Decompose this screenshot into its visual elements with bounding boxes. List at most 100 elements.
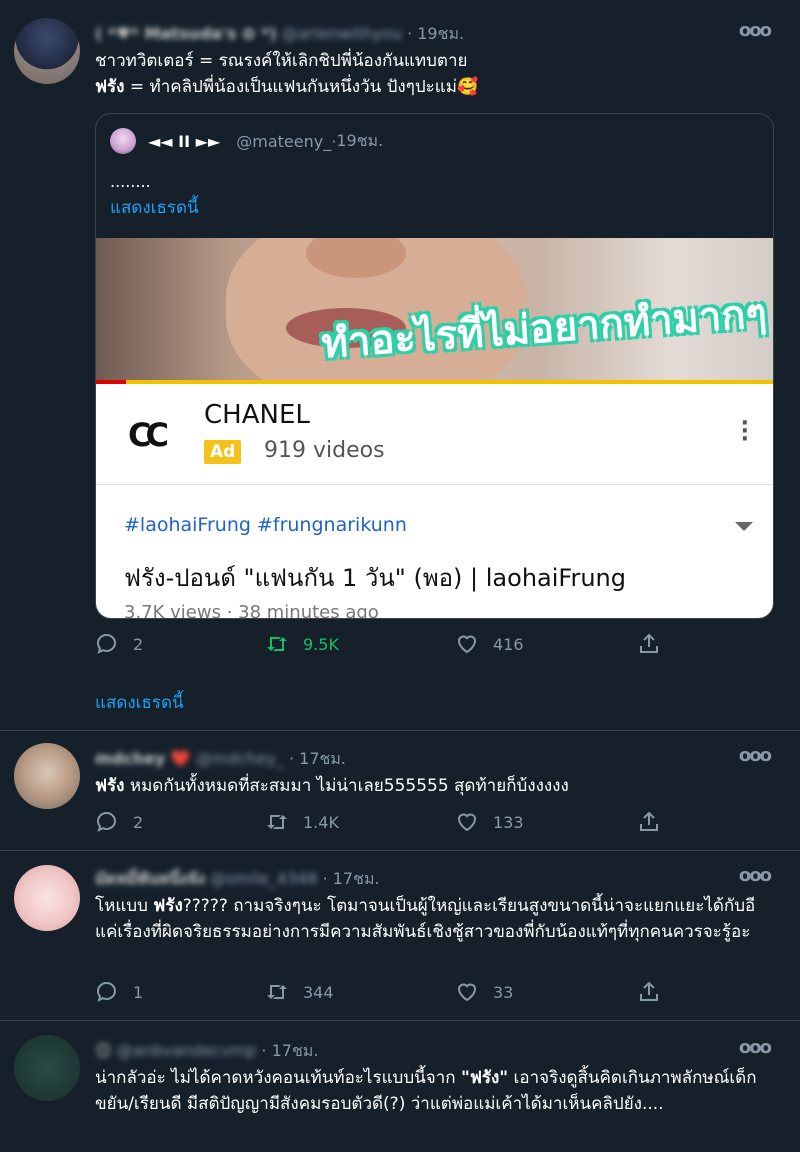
- ad-row: CC CHANEL Ad 919 videos · · ·: [96, 384, 773, 484]
- quoted-handle: @mateeny_: [236, 131, 332, 151]
- share-icon: [640, 811, 658, 831]
- avatar[interactable]: [14, 1035, 80, 1101]
- heart-icon: [457, 635, 477, 654]
- timestamp[interactable]: 17ชม.: [299, 749, 346, 768]
- separator-dot: ·: [288, 749, 300, 768]
- share-button[interactable]: [637, 980, 675, 1004]
- avatar[interactable]: [14, 743, 80, 809]
- share-icon: [640, 981, 658, 1001]
- avatar[interactable]: [14, 18, 80, 84]
- highlight-keyword: ฟรัง: [95, 776, 125, 796]
- retweet-count: 1.4K: [303, 812, 339, 832]
- timestamp[interactable]: 17ชม.: [333, 869, 380, 888]
- video-meta: 3.7K views · 38 minutes ago: [124, 602, 379, 619]
- avatar[interactable]: [14, 865, 80, 931]
- tweet-header: 😊 @anbvandecvmp · 17ชม.: [95, 1039, 318, 1064]
- tweet-text: ชาวทวิตเตอร์ = รณรงค์ให้เลิกชิปพี่น้องกั…: [95, 48, 775, 100]
- tweet-text-start: น่ากลัวอ่ะ ไม่ได้คาดหวังคอนเท้นท์อะไรแบบ…: [95, 1068, 461, 1088]
- quoted-media-screenshot[interactable]: ทำอะไรที่ไม่อยากทำมากๆ CC CHANEL Ad 919 …: [96, 238, 773, 619]
- tweet-text-rest: หมดกันทั้งหมดที่สะสมมา ไม่น่าเลย555555 ส…: [124, 776, 569, 796]
- quoted-header: ◄◄ II ►► @mateeny_ · 19ชม.: [110, 128, 383, 154]
- quoted-avatar[interactable]: [110, 128, 136, 154]
- reply-icon: [96, 811, 117, 832]
- like-button[interactable]: 33: [455, 980, 513, 1004]
- separator-dot: ·: [407, 24, 418, 43]
- retweet-count: 9.5K: [303, 634, 339, 654]
- handle[interactable]: @smile_4348: [210, 869, 317, 888]
- reply-count: 2: [133, 812, 144, 832]
- share-button[interactable]: [637, 632, 675, 656]
- display-name[interactable]: มัดหมี่พันหนึ่งจัง: [95, 869, 205, 888]
- retweet-button[interactable]: 344: [265, 980, 334, 1004]
- highlight-keyword: ฟรัง: [153, 896, 183, 916]
- handle[interactable]: @anbvandecvmp: [117, 1041, 257, 1060]
- tweet-4[interactable]: 😊 @anbvandecvmp · 17ชม. ooo น่ากลัวอ่ะ ไ…: [0, 1021, 800, 1152]
- reply-button[interactable]: 1: [95, 980, 143, 1004]
- display-name[interactable]: 😊: [95, 1041, 112, 1060]
- retweet-count: 344: [303, 982, 334, 1002]
- timestamp[interactable]: 19ชม.: [417, 24, 464, 43]
- video-thumbnail: ทำอะไรที่ไม่อยากทำมากๆ: [96, 238, 773, 384]
- timestamp[interactable]: 17ชม.: [272, 1041, 319, 1060]
- tweet-actions: 2 9.5K 416: [95, 632, 665, 662]
- quoted-timestamp: 19ชม.: [336, 130, 384, 150]
- kebab-menu-icon: · · ·: [740, 411, 749, 452]
- tweet-text: โหแบบ ฟรัง????? ถามจริงๆนะ โตมาจนเป็นผู้…: [95, 893, 775, 945]
- video-hashtags: #laohaiFrung #frungnarikunn: [124, 514, 407, 536]
- separator-dot: ·: [261, 1041, 272, 1060]
- ad-badge: Ad: [204, 440, 242, 464]
- tweet-text-line: ฟรัง = ทำคลิปพี่น้องเป็นแฟนกันหนึ่งวัน ป…: [95, 74, 775, 100]
- ad-channel-name: CHANEL: [204, 400, 310, 430]
- tweet-text-line: ชาวทวิตเตอร์ = รณรงค์ให้เลิกชิปพี่น้องกั…: [95, 51, 468, 71]
- retweet-icon: [267, 637, 287, 651]
- heart-icon: [457, 813, 477, 832]
- display-name[interactable]: mdchey ❤️: [95, 749, 191, 768]
- tweet-header: ( *♥* Matsuda's ✿ *) @arlenwithyou · 19ช…: [95, 22, 464, 47]
- reply-count: 1: [133, 982, 144, 1002]
- retweet-icon: [267, 815, 287, 829]
- separator-dot: ·: [322, 869, 333, 888]
- handle[interactable]: @arlenwithyou: [282, 24, 402, 43]
- share-icon: [640, 633, 658, 653]
- tweet-text: ฟรัง หมดกันทั้งหมดที่สะสมมา ไม่น่าเลย555…: [95, 773, 775, 799]
- heart-icon: [457, 983, 477, 1002]
- quoted-text: ........: [110, 172, 151, 191]
- tweet-actions: 2 1.4K 133: [95, 810, 665, 840]
- reply-button[interactable]: 2: [95, 632, 143, 656]
- quoted-display-name: ◄◄ II ►►: [148, 131, 221, 151]
- share-button[interactable]: [637, 810, 675, 834]
- reply-count: 2: [133, 634, 144, 654]
- more-options-icon[interactable]: ooo: [739, 865, 772, 886]
- highlight-keyword: ฟรัง: [95, 77, 125, 97]
- tweet-1[interactable]: ( *♥* Matsuda's ✿ *) @arlenwithyou · 19ช…: [0, 0, 800, 731]
- chanel-logo-icon: CC: [128, 416, 169, 454]
- more-options-icon[interactable]: ooo: [739, 1037, 772, 1058]
- highlight-keyword: "ฟรัง": [460, 1068, 509, 1088]
- reply-button[interactable]: 2: [95, 810, 143, 834]
- tweet-2[interactable]: mdchey ❤️ @mdchey_ · 17ชม. ooo ฟรัง หมดก…: [0, 731, 800, 851]
- quoted-show-thread-link[interactable]: แสดงเธรดนี้: [110, 194, 199, 221]
- like-count: 33: [493, 982, 514, 1002]
- more-options-icon[interactable]: ooo: [739, 20, 772, 41]
- tweet-header: มัดหมี่พันหนึ่งจัง @smile_4348 · 17ชม.: [95, 867, 380, 892]
- chevron-down-icon: [735, 522, 753, 531]
- tweet-header: mdchey ❤️ @mdchey_ · 17ชม.: [95, 747, 346, 772]
- retweet-button[interactable]: 1.4K: [265, 810, 339, 834]
- display-name[interactable]: ( *♥* Matsuda's ✿ *): [95, 24, 277, 43]
- quoted-tweet[interactable]: ◄◄ II ►► @mateeny_ · 19ชม. ........ แสดง…: [95, 113, 774, 619]
- retweet-button[interactable]: 9.5K: [265, 632, 339, 656]
- like-button[interactable]: 133: [455, 810, 524, 834]
- like-count: 133: [493, 812, 524, 832]
- tweet-text-start: โหแบบ: [95, 896, 154, 916]
- handle[interactable]: @mdchey_: [196, 749, 284, 768]
- show-thread-link[interactable]: แสดงเธรดนี้: [95, 689, 184, 716]
- like-count: 416: [493, 634, 524, 654]
- more-options-icon[interactable]: ooo: [739, 745, 772, 766]
- like-button[interactable]: 416: [455, 632, 524, 656]
- retweet-icon: [267, 985, 287, 999]
- video-title: ฟรัง-ปอนด์ "แฟนกัน 1 วัน" (พอ) | laohaiF…: [124, 564, 626, 592]
- divider: [96, 484, 773, 485]
- tweet-text: น่ากลัวอ่ะ ไม่ได้คาดหวังคอนเท้นท์อะไรแบบ…: [95, 1065, 775, 1117]
- tweet-text-rest: ????? ถามจริงๆนะ โตมาจนเป็นผู้ใหญ่และเรี…: [95, 896, 756, 942]
- tweet-3[interactable]: มัดหมี่พันหนึ่งจัง @smile_4348 · 17ชม. o…: [0, 851, 800, 1021]
